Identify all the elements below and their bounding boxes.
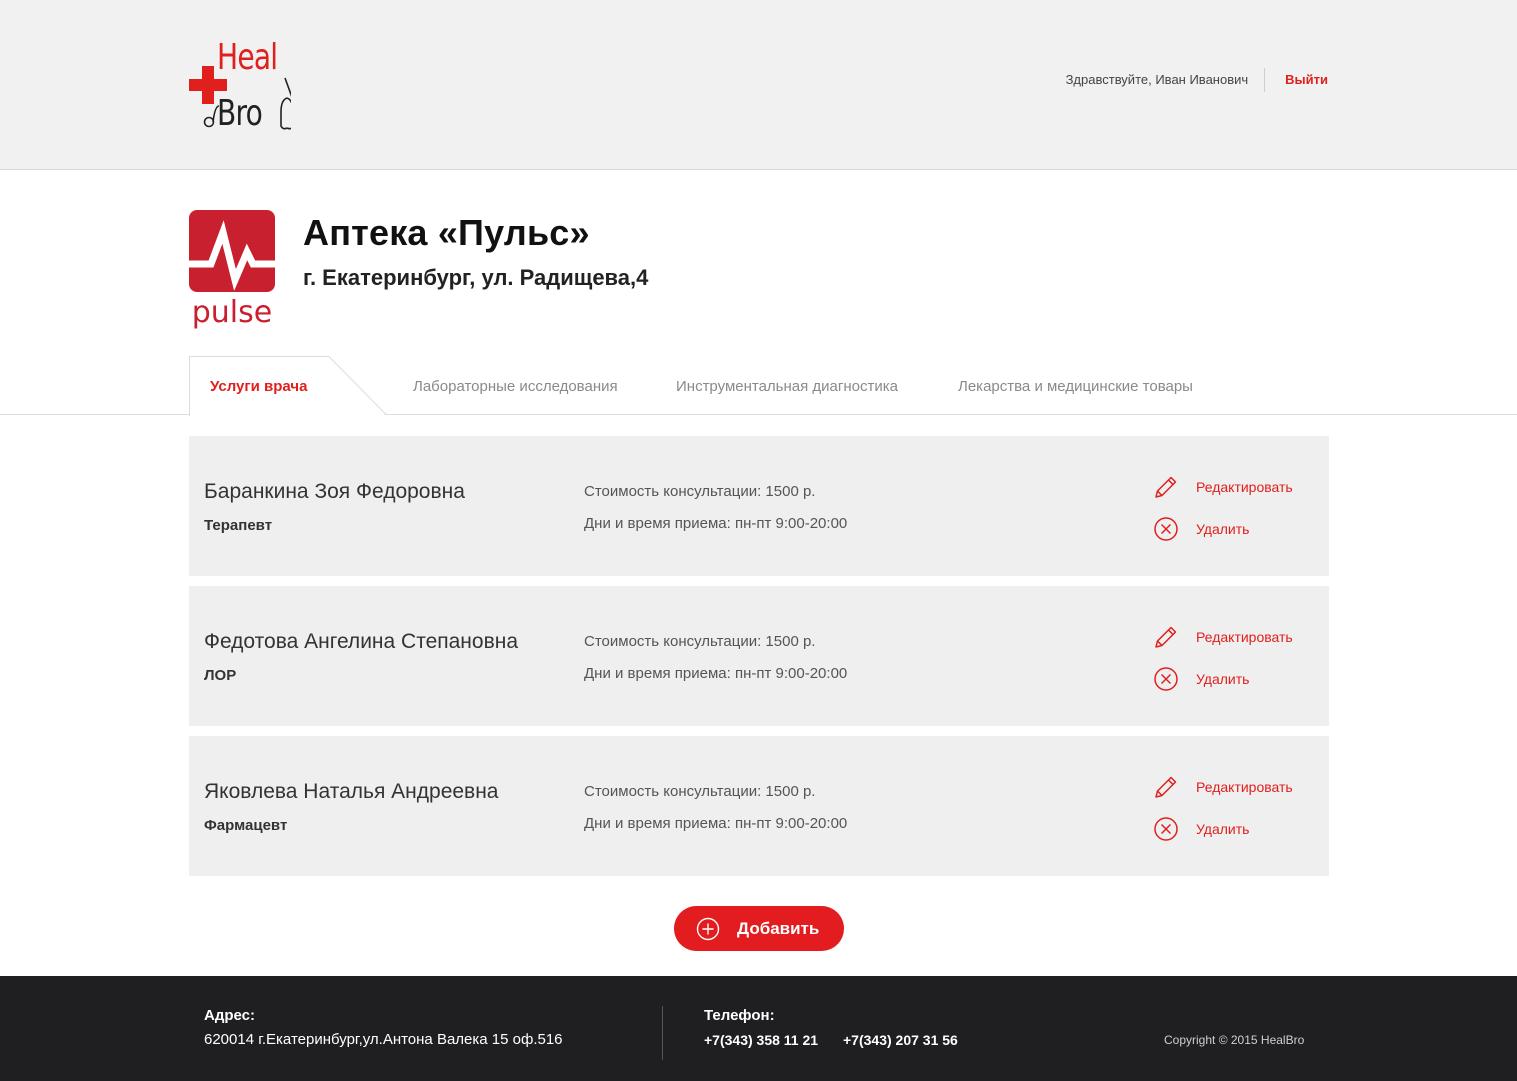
pencil-icon (1155, 626, 1177, 648)
doctor-card: Баранкина Зоя Федоровна Терапевт Стоимос… (189, 436, 1329, 576)
pulse-pharmacy-logo: pulse (189, 210, 275, 330)
footer-address-title: Адрес: (204, 1007, 255, 1024)
edit-button[interactable]: Редактировать (1153, 774, 1293, 800)
delete-button[interactable]: Удалить (1153, 666, 1249, 692)
doctor-name: Яковлева Наталья Андреевна (204, 780, 499, 803)
doctor-specialty: ЛОР (204, 667, 237, 684)
delete-button[interactable]: Удалить (1153, 816, 1249, 842)
reception-hours: Дни и время приема: пн-пт 9:00-20:00 (584, 515, 848, 532)
site-header: Heal Bro Здравствуйте, Иван Иванович Вый… (0, 0, 1517, 170)
pharmacy-title: Аптека «Пульс» (303, 212, 590, 253)
reception-hours: Дни и время приема: пн-пт 9:00-20:00 (584, 665, 848, 682)
delete-label: Удалить (1196, 821, 1250, 837)
tab-lab-tests[interactable]: Лабораторные исследования (413, 376, 618, 398)
footer-copyright: Copyright © 2015 HealBro (1164, 1033, 1305, 1047)
delete-label: Удалить (1196, 521, 1250, 537)
footer-phone-2[interactable]: +7(343) 207 31 56 (843, 1029, 958, 1051)
add-button-label: Добавить (737, 918, 820, 938)
delete-button[interactable]: Удалить (1153, 516, 1249, 542)
edit-button[interactable]: Редактировать (1153, 474, 1293, 500)
consultation-price: Стоимость консультации: 1500 р. (584, 633, 816, 650)
user-area: Здравствуйте, Иван Иванович Выйти (1066, 68, 1328, 92)
pulse-logo-text: pulse (192, 295, 272, 330)
footer-phone-title: Телефон: (704, 1007, 775, 1024)
reception-hours: Дни и время приема: пн-пт 9:00-20:00 (584, 815, 848, 832)
consultation-price: Стоимость консультации: 1500 р. (584, 483, 816, 500)
delete-label: Удалить (1196, 671, 1250, 687)
edit-label: Редактировать (1196, 629, 1293, 645)
user-greeting: Здравствуйте, Иван Иванович (1066, 68, 1266, 92)
plus-circle-icon (696, 917, 720, 940)
logout-link[interactable]: Выйти (1265, 68, 1328, 92)
doctor-card: Яковлева Наталья Андреевна Фармацевт Сто… (189, 736, 1329, 876)
close-circle-icon (1154, 517, 1178, 541)
close-circle-icon (1154, 817, 1178, 841)
tab-doctor-services[interactable]: Услуги врача (210, 376, 307, 398)
doctor-name: Федотова Ангелина Степановна (204, 630, 519, 653)
footer-divider (662, 1006, 663, 1060)
edit-button[interactable]: Редактировать (1153, 624, 1293, 650)
doctor-specialty: Терапевт (204, 517, 273, 534)
edit-label: Редактировать (1196, 479, 1293, 495)
footer-address: 620014 г.Екатеринбург,ул.Антона Валека 1… (204, 1031, 563, 1048)
footer-phone-1[interactable]: +7(343) 358 11 21 (704, 1029, 818, 1051)
consultation-price: Стоимость консультации: 1500 р. (584, 783, 816, 800)
doctor-card: Федотова Ангелина Степановна ЛОР Стоимос… (189, 586, 1329, 726)
add-button[interactable]: Добавить (674, 906, 844, 951)
pencil-icon (1155, 776, 1177, 798)
doctor-specialty: Фармацевт (204, 817, 288, 834)
close-circle-icon (1154, 667, 1178, 691)
site-footer: Адрес: 620014 г.Екатеринбург,ул.Антона В… (0, 976, 1517, 1081)
pencil-icon (1155, 476, 1177, 498)
tab-instrumental-diagnostics[interactable]: Инструментальная диагностика (676, 376, 898, 398)
doctor-name: Баранкина Зоя Федоровна (204, 480, 465, 503)
logo-text-heal: Heal (217, 37, 278, 78)
edit-label: Редактировать (1196, 779, 1293, 795)
pharmacy-address: г. Екатеринбург, ул. Радищева,4 (303, 265, 649, 290)
tab-medicines-goods[interactable]: Лекарства и медицинские товары (958, 376, 1193, 398)
stethoscope-icon (203, 77, 291, 130)
healbro-logo[interactable]: Heal Bro (189, 38, 299, 134)
